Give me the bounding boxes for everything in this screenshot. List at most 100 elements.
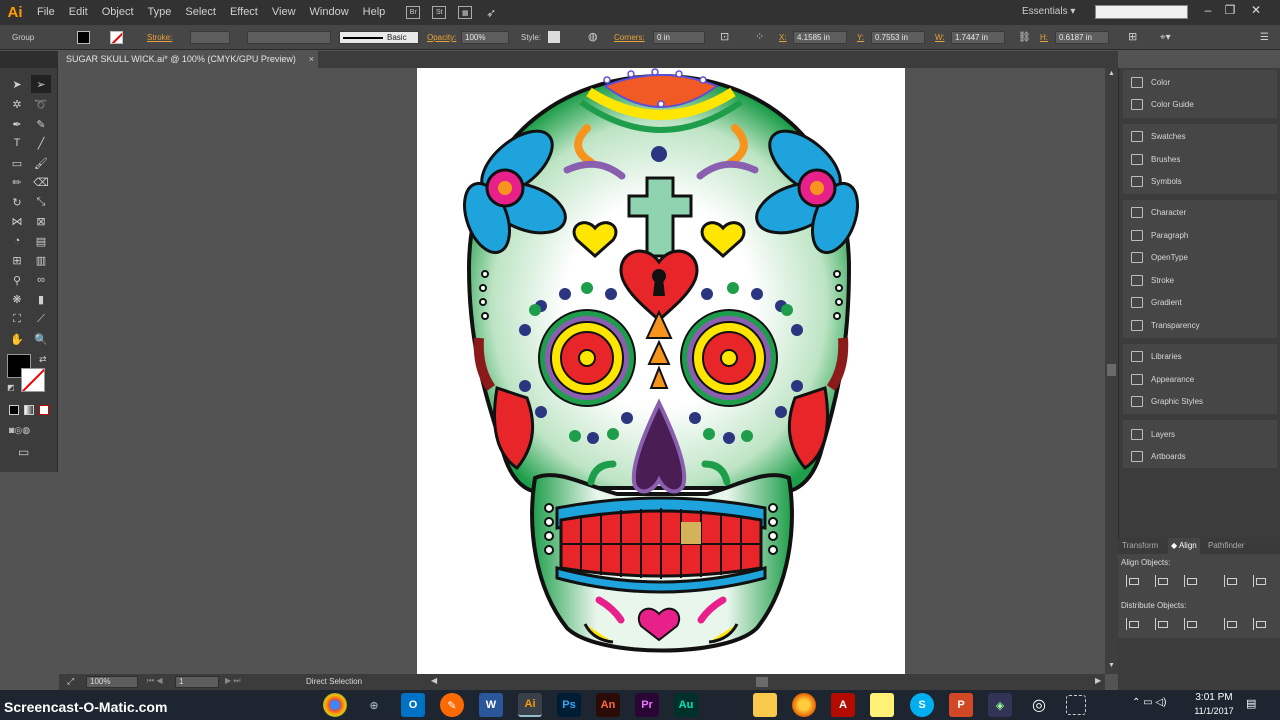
panel-menu-icon[interactable]: ☰ — [1260, 30, 1269, 45]
menu-view[interactable]: View — [265, 0, 303, 25]
zoom-icon[interactable]: ⤢ — [67, 676, 74, 687]
skype-icon[interactable]: S — [910, 693, 934, 717]
zoom-tool-icon[interactable]: 🔍 — [31, 330, 51, 348]
panel-transparency[interactable]: Transparency — [1131, 316, 1200, 334]
panel-color[interactable]: Color — [1131, 73, 1170, 91]
browser-icon[interactable]: ⊕ — [362, 693, 386, 717]
hscroll-left-icon[interactable]: ◀ — [431, 676, 437, 685]
pencil-app-icon[interactable]: ✎ — [440, 693, 464, 717]
stroke-weight-field[interactable] — [190, 31, 230, 44]
none-mode-icon[interactable] — [39, 405, 49, 415]
menu-object[interactable]: Object — [95, 0, 141, 25]
stroke-label[interactable]: Stroke: — [147, 30, 172, 45]
panel-graphic-styles[interactable]: Graphic Styles — [1131, 392, 1203, 410]
menu-effect[interactable]: Effect — [223, 0, 265, 25]
shape-builder-tool-icon[interactable]: ◔ — [7, 232, 27, 250]
fill-color-swatch[interactable] — [77, 31, 90, 44]
premiere-icon[interactable]: Pr — [635, 693, 659, 717]
acrobat-icon[interactable]: A — [831, 693, 855, 717]
height-field[interactable]: 0.6187 in — [1055, 31, 1109, 44]
align-hcenter-icon[interactable] — [1155, 575, 1168, 587]
arrange-documents-icon[interactable]: ▦ — [458, 6, 473, 19]
panel-gradient[interactable]: Gradient — [1131, 293, 1182, 311]
shape-corners-icon[interactable]: ⊡ — [720, 30, 729, 45]
graphic-style-swatch[interactable] — [548, 31, 560, 43]
menu-edit[interactable]: Edit — [62, 0, 95, 25]
sticky-notes-icon[interactable] — [870, 693, 894, 717]
panel-color-guide[interactable]: Color Guide — [1131, 95, 1194, 113]
scroll-up-icon[interactable]: ▲ — [1108, 70, 1115, 77]
stock-search-input[interactable] — [1095, 5, 1188, 19]
panel-layers[interactable]: Layers — [1131, 425, 1175, 443]
align-top-icon[interactable] — [1224, 575, 1237, 587]
scroll-down-icon[interactable]: ▼ — [1108, 662, 1115, 669]
paintbrush-tool-icon[interactable]: 🖌 — [31, 154, 51, 172]
variable-width-profile[interactable] — [247, 31, 331, 44]
bridge-button[interactable]: Br — [406, 6, 421, 19]
menu-select[interactable]: Select — [178, 0, 223, 25]
clock-time[interactable]: 3:01 PM — [1194, 692, 1234, 703]
width-tool-icon[interactable]: ⋈ — [7, 212, 27, 230]
panel-opentype[interactable]: OpenType — [1131, 248, 1188, 266]
panel-swatches[interactable]: Swatches — [1131, 127, 1186, 145]
pen-tool-icon[interactable]: ✒ — [7, 115, 27, 133]
hscroll-right-icon[interactable]: ▶ — [1095, 676, 1101, 685]
clock-date[interactable]: 11/1/2017 — [1190, 706, 1238, 716]
draw-normal-icon[interactable]: ◙◎◍ — [9, 425, 30, 436]
blend-tool-icon[interactable]: ∞ — [31, 271, 51, 289]
gpu-rocket-icon[interactable]: ➶ — [486, 6, 496, 20]
line-tool-icon[interactable]: ╱ — [31, 134, 51, 152]
menu-type[interactable]: Type — [141, 0, 179, 25]
scale-tool-icon[interactable]: ⤡ — [31, 193, 51, 211]
word-icon[interactable]: W — [479, 693, 503, 717]
opacity-field[interactable]: 100% — [461, 31, 509, 44]
constrain-link-icon[interactable]: ⛓ — [1018, 30, 1031, 45]
corners-field[interactable]: 0 in — [653, 31, 705, 44]
circle-app-icon[interactable]: ◎ — [1027, 693, 1051, 717]
panel-paragraph[interactable]: Paragraph — [1131, 226, 1188, 244]
zoom-field[interactable]: 100% — [86, 676, 138, 688]
free-transform-tool-icon[interactable]: ⊠ — [31, 212, 51, 230]
powerpoint-icon[interactable]: P — [949, 693, 973, 717]
scroll-thumb[interactable] — [1107, 364, 1116, 376]
sugar-skull-artwork[interactable] — [417, 68, 905, 674]
close-window-icon[interactable]: ✕ — [1246, 3, 1266, 21]
tab-align[interactable]: ◆ Align — [1168, 538, 1200, 554]
gradient-mode-icon[interactable] — [24, 405, 34, 415]
tab-transform[interactable]: Transform — [1122, 538, 1158, 554]
hand-tool-icon[interactable]: ✋ — [7, 330, 27, 348]
x-position-field[interactable]: 4.1585 in — [793, 31, 847, 44]
panel-brushes[interactable]: Brushes — [1131, 150, 1180, 168]
swap-fill-stroke-icon[interactable]: ⇄ — [39, 354, 47, 365]
firefox-icon[interactable] — [792, 693, 816, 717]
close-tab-icon[interactable]: × — [309, 51, 314, 68]
next-artboard-icon[interactable]: ▶ ⏭ — [225, 676, 241, 686]
align-left-icon[interactable] — [1126, 575, 1139, 587]
menu-help[interactable]: Help — [356, 0, 393, 25]
panel-stroke[interactable]: Stroke — [1131, 271, 1174, 289]
panel-libraries[interactable]: Libraries — [1131, 347, 1182, 365]
transform-icon[interactable]: ⊞ — [1128, 30, 1137, 45]
stroke-color-swatch[interactable] — [110, 31, 123, 44]
curvature-tool-icon[interactable]: ✎ — [31, 115, 51, 133]
lasso-tool-icon[interactable]: ➰ — [31, 95, 51, 113]
first-artboard-icon[interactable]: ⏮ ◀ — [147, 676, 163, 686]
panel-artboards[interactable]: Artboards — [1131, 447, 1186, 465]
distribute-top-icon[interactable] — [1126, 618, 1139, 630]
distribute-bottom-icon[interactable] — [1184, 618, 1197, 630]
minimize-icon[interactable]: – — [1198, 3, 1218, 21]
opacity-label[interactable]: Opacity: — [427, 30, 456, 45]
eraser-tool-icon[interactable]: ⌫ — [31, 173, 51, 191]
column-graph-tool-icon[interactable]: ▮ — [31, 290, 51, 308]
y-position-field[interactable]: 0.7553 in — [871, 31, 925, 44]
symbol-sprayer-tool-icon[interactable]: ❋ — [7, 290, 27, 308]
vertical-scrollbar[interactable]: ▲ ▼ — [1105, 68, 1118, 674]
rotate-tool-icon[interactable]: ↻ — [7, 193, 27, 211]
tray-icons[interactable]: ⌃ ▭ ◁) — [1132, 697, 1166, 708]
stroke-swatch[interactable] — [21, 368, 45, 392]
direct-selection-tool-icon[interactable]: ➢ — [31, 75, 51, 93]
menu-file[interactable]: File — [30, 0, 62, 25]
artboard[interactable] — [417, 68, 905, 674]
tab-pathfinder[interactable]: Pathfinder — [1208, 538, 1244, 554]
menu-window[interactable]: Window — [303, 0, 356, 25]
